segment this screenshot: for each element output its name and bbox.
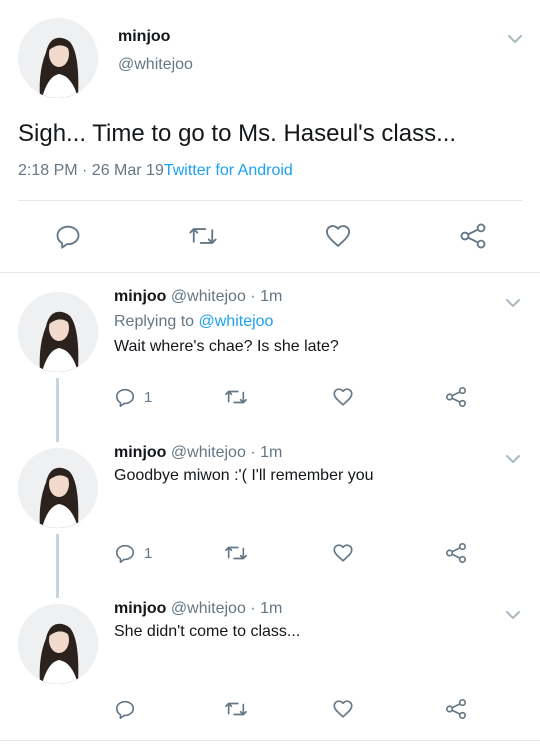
tweet-age: · 1m bbox=[250, 600, 283, 617]
share-button[interactable] bbox=[444, 542, 468, 564]
heart-icon bbox=[333, 544, 353, 562]
thread-line bbox=[56, 378, 59, 442]
like-button[interactable] bbox=[332, 542, 354, 564]
like-button[interactable] bbox=[332, 698, 354, 720]
author-name[interactable]: minjoo bbox=[118, 28, 170, 46]
reply-button[interactable] bbox=[54, 222, 82, 250]
like-button[interactable] bbox=[324, 222, 352, 250]
chevron-down-icon[interactable] bbox=[506, 30, 524, 48]
retweet-icon bbox=[225, 702, 247, 716]
reply-icon bbox=[56, 225, 80, 249]
avatar[interactable] bbox=[18, 292, 98, 372]
reply-icon bbox=[115, 544, 135, 563]
author-name[interactable]: minjoo bbox=[114, 288, 166, 305]
heart-icon bbox=[333, 700, 353, 718]
avatar[interactable] bbox=[18, 448, 98, 528]
share-button[interactable] bbox=[444, 698, 468, 720]
chevron-down-icon[interactable] bbox=[504, 450, 522, 468]
author-name[interactable]: minjoo bbox=[114, 444, 166, 461]
author-handle[interactable]: @whitejoo bbox=[171, 600, 246, 617]
reply-header: minjoo @whitejoo · 1m bbox=[114, 600, 282, 618]
thread-line bbox=[56, 534, 59, 598]
share-icon bbox=[446, 699, 466, 719]
tweet-age: · 1m bbox=[250, 288, 283, 305]
share-button[interactable] bbox=[458, 222, 488, 250]
tweet-meta: 2:18 PM · 26 Mar 19Twitter for Android bbox=[18, 162, 293, 180]
like-button[interactable] bbox=[332, 386, 354, 408]
tweet-age: · 1m bbox=[250, 444, 283, 461]
avatar[interactable] bbox=[18, 604, 98, 684]
replying-to-handle[interactable]: @whitejoo bbox=[199, 313, 274, 330]
reply-text: Wait where's chae? Is she late? bbox=[114, 338, 339, 355]
retweet-icon bbox=[225, 390, 247, 404]
reply-text: She didn't come to class... bbox=[114, 623, 301, 640]
tweet-source-link[interactable]: Twitter for Android bbox=[164, 162, 293, 179]
share-icon bbox=[460, 223, 486, 249]
retweet-button[interactable] bbox=[224, 698, 248, 720]
retweet-button[interactable] bbox=[224, 542, 248, 564]
divider bbox=[0, 272, 540, 273]
retweet-icon bbox=[225, 546, 247, 560]
tweet-timestamp: 2:18 PM · 26 Mar 19 bbox=[18, 162, 164, 179]
replying-to-label: Replying to bbox=[114, 313, 195, 330]
divider bbox=[0, 740, 540, 741]
reply-button[interactable]: 1 bbox=[114, 542, 152, 564]
tweet-text: Sigh... Time to go to Ms. Haseul's class… bbox=[18, 120, 457, 147]
reply-button[interactable]: 1 bbox=[114, 386, 152, 408]
chevron-down-icon[interactable] bbox=[504, 606, 522, 624]
share-button[interactable] bbox=[444, 386, 468, 408]
reply-count: 1 bbox=[144, 388, 153, 406]
author-handle[interactable]: @whitejoo bbox=[118, 56, 193, 74]
reply-text: Goodbye miwon :'( I'll remember you bbox=[114, 467, 374, 484]
retweet-button[interactable] bbox=[188, 222, 218, 250]
share-icon bbox=[446, 543, 466, 563]
reply-count: 1 bbox=[144, 544, 153, 562]
reply-icon bbox=[115, 388, 135, 407]
author-handle[interactable]: @whitejoo bbox=[171, 444, 246, 461]
chevron-down-icon[interactable] bbox=[504, 294, 522, 312]
reply-header: minjoo @whitejoo · 1m bbox=[114, 444, 282, 462]
replying-to: Replying to @whitejoo bbox=[114, 313, 273, 331]
reply-button[interactable] bbox=[114, 698, 136, 720]
author-handle[interactable]: @whitejoo bbox=[171, 288, 246, 305]
retweet-button[interactable] bbox=[224, 386, 248, 408]
heart-icon bbox=[333, 388, 353, 406]
share-icon bbox=[446, 387, 466, 407]
avatar[interactable] bbox=[18, 18, 98, 98]
reply-header: minjoo @whitejoo · 1m bbox=[114, 288, 282, 306]
divider bbox=[18, 200, 522, 201]
author-name[interactable]: minjoo bbox=[114, 600, 166, 617]
heart-icon bbox=[325, 225, 351, 247]
retweet-icon bbox=[189, 228, 217, 244]
reply-icon bbox=[115, 700, 135, 719]
